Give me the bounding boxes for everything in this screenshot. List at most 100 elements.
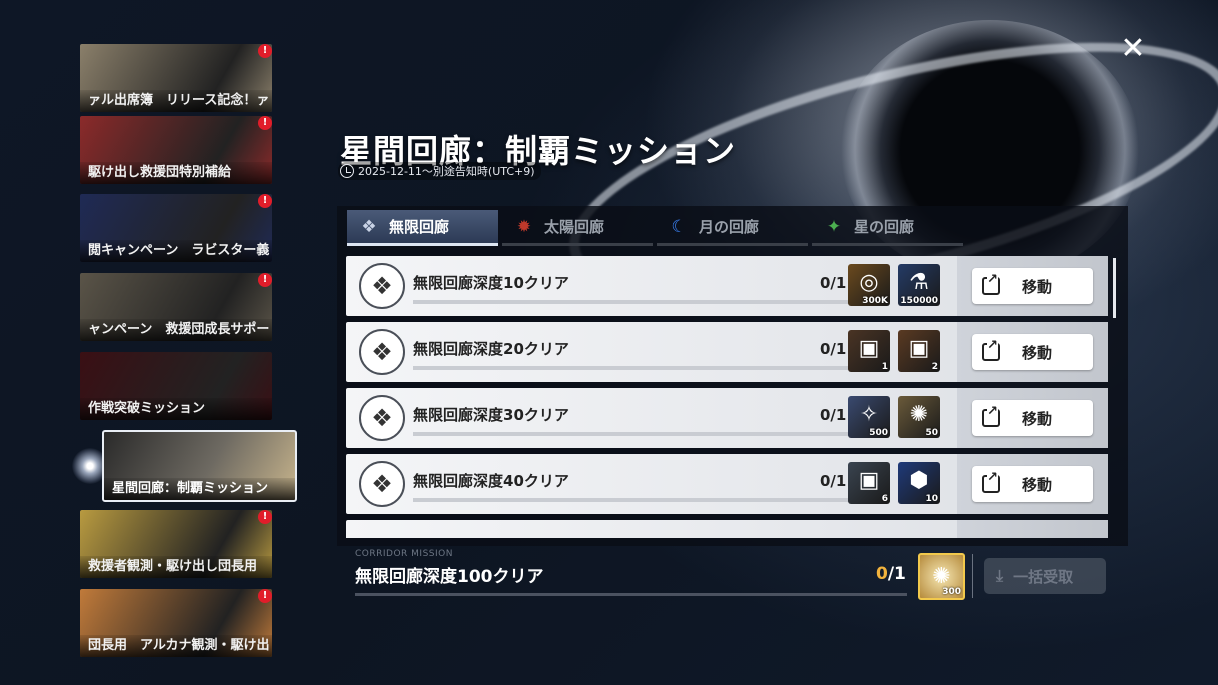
- bottom-progress-total: /1: [887, 564, 906, 584]
- reward-qty: 150000: [900, 296, 938, 306]
- chest-icon: ▣: [858, 336, 880, 361]
- goto-button[interactable]: 移動: [972, 268, 1093, 304]
- sidebar-item[interactable]: 閲キャンペーン ラビスター義!: [80, 194, 272, 262]
- claim-all-button[interactable]: ⤓ 一括受取: [984, 558, 1106, 594]
- goto-area: 移動: [957, 322, 1108, 382]
- goto-button[interactable]: 移動: [972, 400, 1093, 436]
- tab-label: 月の回廊: [699, 218, 760, 236]
- sidebar-item-label: 作戦突破ミッション: [80, 398, 272, 420]
- goto-label: 移動: [1022, 475, 1053, 494]
- chest-icon: ▣: [858, 468, 880, 493]
- infinity-icon: ❖: [361, 216, 377, 237]
- infinity-emblem-icon: ❖: [359, 461, 405, 507]
- sidebar-item-label: 閲キャンペーン ラビスター義: [80, 240, 272, 262]
- sidebar-item[interactable]: 駆け出し救援団特別補給!: [80, 116, 272, 184]
- goto-button[interactable]: 移動: [972, 334, 1093, 370]
- tab-label: 星の回廊: [854, 218, 915, 236]
- event-period-text: 2025-12-11～別途告知時(UTC+9): [358, 165, 535, 178]
- sidebar-item[interactable]: 作戦突破ミッション: [80, 352, 272, 420]
- external-link-icon: [982, 405, 1000, 427]
- reward-item[interactable]: ✧ 500: [848, 396, 890, 438]
- notification-badge-icon: !: [258, 194, 272, 208]
- mission-row: ❖無限回廊深度30クリア0/1✧500✺50移動: [346, 388, 1108, 448]
- sidebar-item-label: 団長用 アルカナ観測・駆け出: [80, 635, 272, 657]
- reward-qty: 2: [931, 362, 938, 372]
- mission-panel: ❖ 無限回廊 ✹ 太陽回廊 ☾ 月の回廊 ✦ 星の回廊 ❖ 無限回廊深度10クリア 0/1 ◎ 300…: [337, 206, 1128, 546]
- tab-label: 太陽回廊: [544, 218, 605, 236]
- moon-icon: ☾: [671, 216, 687, 237]
- clock-icon: [340, 164, 354, 178]
- mission-progress-bar: [413, 366, 849, 370]
- goto-label: 移動: [1022, 343, 1053, 362]
- potion-icon: ⚗: [909, 270, 929, 295]
- mission-progress: 0/1: [820, 274, 847, 292]
- sidebar-item-label: 駆け出し救援団特別補給: [80, 162, 272, 184]
- mission-progress: 0/1: [820, 472, 847, 490]
- tab-corridor[interactable]: ☾ 月の回廊: [657, 210, 808, 246]
- notification-badge-icon: !: [258, 116, 272, 130]
- mission-progress-bar: [413, 432, 849, 436]
- infinity-emblem-icon: ❖: [359, 329, 405, 375]
- reward-item[interactable]: ⚗ 150000: [898, 264, 940, 306]
- gem-icon: ⬢: [909, 468, 929, 493]
- sidebar-item[interactable]: ャンペーン 救援団成長サポー!: [80, 273, 272, 341]
- mission-list[interactable]: ❖無限回廊深度10クリア0/1◎300K⚗150000移動❖無限回廊深度20クリ…: [346, 256, 1108, 538]
- reward-qty: 6: [881, 494, 888, 504]
- sidebar-item[interactable]: ァル出席簿 リリース記念！ァ!: [80, 44, 272, 112]
- bottom-reward-qty: 300: [942, 587, 961, 597]
- tab-corridor[interactable]: ❖ 無限回廊: [347, 210, 498, 246]
- external-link-icon: [982, 339, 1000, 361]
- external-link-icon: [982, 273, 1000, 295]
- mission-row-partial: [346, 520, 1108, 538]
- reward-item[interactable]: ✺ 50: [898, 396, 940, 438]
- notification-badge-icon: !: [258, 273, 272, 287]
- bottom-mission-name: 無限回廊深度100クリア: [355, 567, 544, 587]
- sidebar-item[interactable]: 団長用 アルカナ観測・駆け出!: [80, 589, 272, 657]
- external-link-icon: [982, 471, 1000, 493]
- reward-qty: 500: [869, 428, 888, 438]
- tab-label: 無限回廊: [389, 218, 450, 236]
- infinity-emblem-icon: ❖: [359, 395, 405, 441]
- reward-qty: 50: [925, 428, 938, 438]
- sidebar-item-label: 救援者観測・駆け出し団長用: [80, 556, 272, 578]
- divider: [972, 554, 973, 598]
- sidebar-item[interactable]: 救援者観測・駆け出し団長用!: [80, 510, 272, 578]
- bottom-reward-item[interactable]: ✺ 300: [918, 553, 965, 600]
- goto-label: 移動: [1022, 277, 1053, 296]
- goto-area: [957, 520, 1108, 538]
- reward-item[interactable]: ▣ 6: [848, 462, 890, 504]
- corridor-tabs: ❖ 無限回廊 ✹ 太陽回廊 ☾ 月の回廊 ✦ 星の回廊: [347, 210, 963, 250]
- mission-progress: 0/1: [820, 340, 847, 358]
- mission-name: 無限回廊深度10クリア: [413, 274, 569, 292]
- mission-progress-bar: [413, 300, 849, 304]
- goto-label: 移動: [1022, 409, 1053, 428]
- gold-coin-icon: ◎: [859, 270, 879, 295]
- infinity-emblem-icon: ❖: [359, 263, 405, 309]
- sidebar-item-label: ァル出席簿 リリース記念！ァ: [80, 90, 272, 112]
- medal-icon: ✺: [909, 402, 929, 427]
- sun-icon: ✹: [516, 216, 532, 237]
- bottom-mission-progress: 0/1: [876, 564, 906, 584]
- medal-icon: ✺: [932, 564, 951, 589]
- sidebar-item-active-label: 星間回廊：制覇ミッション: [104, 478, 295, 500]
- reward-item[interactable]: ▣ 2: [898, 330, 940, 372]
- notification-badge-icon: !: [258, 589, 272, 603]
- mission-list-scrollbar[interactable]: [1113, 258, 1116, 318]
- notification-badge-icon: !: [258, 510, 272, 524]
- claim-all-label: 一括受取: [1013, 567, 1074, 586]
- reward-item[interactable]: ▣ 1: [848, 330, 890, 372]
- reward-item[interactable]: ⬢ 10: [898, 462, 940, 504]
- reward-qty: 10: [925, 494, 938, 504]
- download-icon: ⤓: [996, 566, 1004, 585]
- goto-area: 移動: [957, 388, 1108, 448]
- goto-button[interactable]: 移動: [972, 466, 1093, 502]
- mission-row: ❖無限回廊深度20クリア0/1▣1▣2移動: [346, 322, 1108, 382]
- reward-item[interactable]: ◎ 300K: [848, 264, 890, 306]
- tab-corridor[interactable]: ✹ 太陽回廊: [502, 210, 653, 246]
- tab-corridor[interactable]: ✦ 星の回廊: [812, 210, 963, 246]
- mission-row: ❖無限回廊深度40クリア0/1▣6⬢10移動: [346, 454, 1108, 514]
- chest-icon: ▣: [908, 336, 930, 361]
- close-button[interactable]: ✕: [1118, 34, 1148, 64]
- crystal-icon: ✧: [859, 402, 879, 427]
- sidebar-item-active[interactable]: 星間回廊：制覇ミッション: [102, 430, 297, 502]
